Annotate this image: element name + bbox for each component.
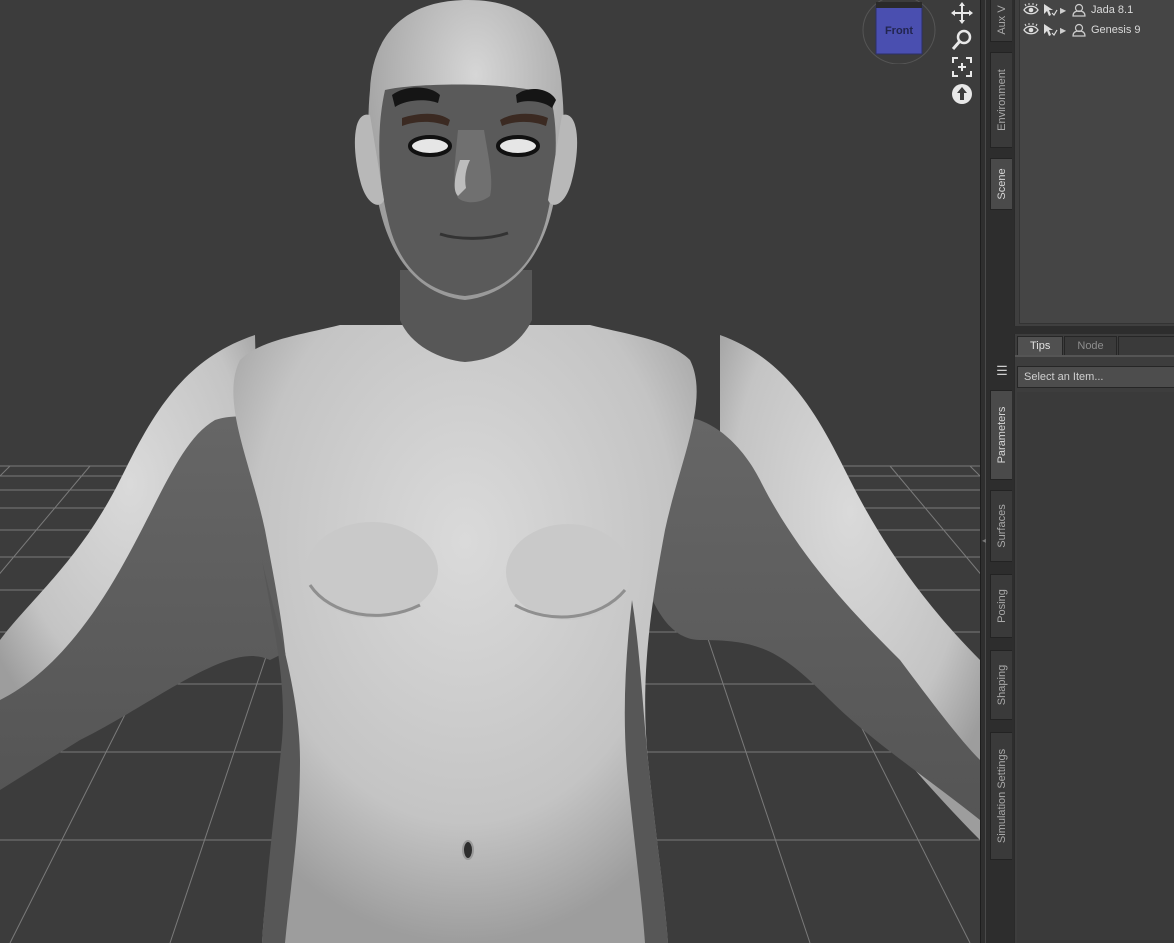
tab-label: Parameters <box>995 406 1008 464</box>
navel <box>462 840 474 860</box>
tab-label: Tips <box>1030 340 1051 352</box>
tab-label: Node <box>1077 340 1104 352</box>
selectable-cursor-icon[interactable] <box>1042 3 1058 17</box>
parameters-content-area <box>1017 392 1174 943</box>
tab-tips[interactable]: Tips <box>1017 336 1064 356</box>
scene-item-label: Jada 8.1 <box>1091 4 1134 16</box>
tab-simulation-settings[interactable]: Simulation Settings <box>990 732 1012 860</box>
tab-node[interactable]: Node <box>1064 336 1117 356</box>
right-breast <box>506 524 630 620</box>
frame-tool-icon[interactable] <box>950 55 974 79</box>
tab-posing[interactable]: Posing <box>990 574 1012 638</box>
select-item-dropdown[interactable]: Select an Item... <box>1017 366 1174 388</box>
tab-label: Simulation Settings <box>995 748 1008 844</box>
tab-bar-filler <box>1117 336 1174 356</box>
right-eye <box>496 135 540 157</box>
tab-parameters[interactable]: Parameters <box>990 390 1012 480</box>
tab-label: Posing <box>995 589 1008 623</box>
pan-tool-icon[interactable] <box>950 1 974 25</box>
tab-shaping[interactable]: Shaping <box>990 650 1012 720</box>
tab-scene[interactable]: Scene <box>990 158 1012 210</box>
scene-item-jada[interactable]: ▶ Jada 8.1 <box>1020 0 1174 20</box>
daz-studio-window: Front ◂ Aux V Environment Scene Paramete… <box>0 0 1174 943</box>
visibility-eye-icon[interactable] <box>1023 3 1039 17</box>
expand-arrow-icon[interactable]: ▶ <box>1060 6 1068 15</box>
scene-tree[interactable]: ▶ Jada 8.1 ▶ Genesis 9 <box>1019 0 1174 324</box>
parameters-tab-bar: Tips Node <box>1017 336 1174 356</box>
left-eye <box>408 135 452 157</box>
tab-label: Scene <box>995 168 1008 200</box>
select-item-label: Select an Item... <box>1024 371 1104 383</box>
view-cube[interactable]: Front <box>862 0 936 65</box>
pane-divider[interactable] <box>1014 326 1174 334</box>
figure-node-icon <box>1071 23 1087 37</box>
scene-pane: ▶ Jada 8.1 ▶ Genesis 9 <box>1014 0 1174 326</box>
view-cube-label: Front <box>885 25 913 37</box>
tab-label: Aux V <box>995 5 1008 35</box>
orbit-tool-icon[interactable] <box>950 82 974 106</box>
tab-aux-viewport[interactable]: Aux V <box>990 0 1012 42</box>
zoom-tool-icon[interactable] <box>950 28 974 52</box>
tab-surfaces[interactable]: Surfaces <box>990 490 1012 562</box>
figure-model[interactable] <box>0 0 980 943</box>
tab-label: Shaping <box>995 664 1008 706</box>
side-tab-strip: Aux V Environment Scene Parameters Surfa… <box>986 0 1014 943</box>
tab-label: Environment <box>995 69 1008 131</box>
visibility-eye-icon[interactable] <box>1023 23 1039 37</box>
selectable-cursor-icon[interactable] <box>1042 23 1058 37</box>
figure-node-icon <box>1071 3 1087 17</box>
scene-item-genesis[interactable]: ▶ Genesis 9 <box>1020 20 1174 40</box>
parameters-pane: Tips Node Select an Item... <box>1014 334 1174 943</box>
left-breast <box>306 522 438 618</box>
tab-environment[interactable]: Environment <box>990 52 1012 148</box>
tab-underline <box>1015 355 1174 357</box>
tab-label: Surfaces <box>995 504 1008 548</box>
viewport-scene[interactable] <box>0 0 980 943</box>
panel-menu-icon[interactable]: ☰ <box>993 362 1011 380</box>
expand-arrow-icon[interactable]: ▶ <box>1060 26 1068 35</box>
scene-item-label: Genesis 9 <box>1091 24 1141 36</box>
3d-viewport[interactable]: Front <box>0 0 980 943</box>
